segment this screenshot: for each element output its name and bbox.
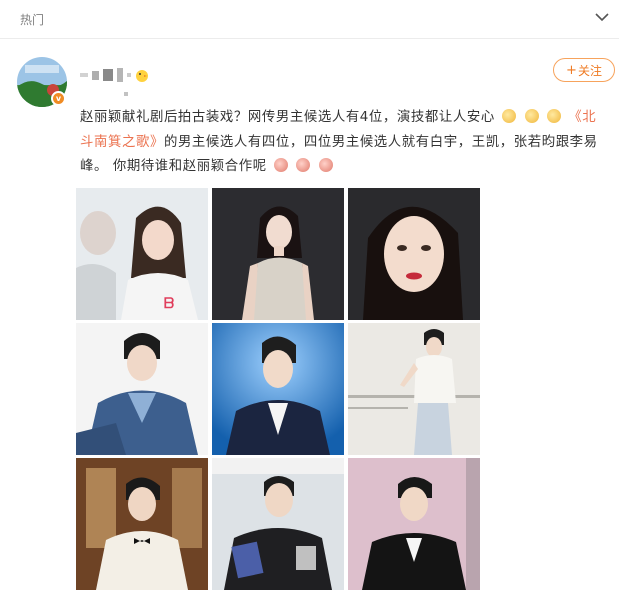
plus-icon: +	[566, 62, 577, 78]
doge-icon	[547, 109, 562, 123]
photo-grid: ᗷ	[76, 188, 480, 590]
feed-title: 热门	[20, 13, 45, 27]
photo-9[interactable]	[348, 458, 480, 590]
photo-6[interactable]	[348, 323, 480, 455]
follow-label: 关注	[577, 63, 602, 78]
post-text-part1: 赵丽颖献礼剧后拍古装戏？网传男主候选人有4位，演技都让人安心	[80, 110, 495, 125]
redaction-block	[80, 73, 88, 77]
post-text: 赵丽颖献礼剧后拍古装戏？网传男主候选人有4位，演技都让人安心 《北斗南箕之歌》的…	[80, 106, 608, 180]
redaction-block	[92, 70, 99, 80]
avatar[interactable]: v	[17, 57, 67, 107]
verified-badge-icon: v	[51, 91, 66, 106]
feed-header: 热门	[0, 0, 619, 39]
redaction-block	[124, 92, 128, 96]
chick-emoji-icon	[136, 70, 148, 82]
photo-5[interactable]	[212, 323, 344, 455]
doge-icon	[501, 109, 516, 123]
redaction-block	[127, 73, 131, 77]
redaction-block	[117, 68, 123, 82]
redaction-block	[103, 69, 113, 81]
doge-icon	[524, 109, 539, 123]
photo-2[interactable]	[212, 188, 344, 320]
photo-1[interactable]: ᗷ	[76, 188, 208, 320]
pig-icon	[273, 158, 288, 172]
author-name[interactable]	[80, 64, 149, 86]
pig-icon	[296, 158, 311, 172]
photo-4[interactable]	[76, 323, 208, 455]
chevron-down-icon[interactable]	[593, 8, 611, 26]
photo-3[interactable]	[348, 188, 480, 320]
svg-text:ᗷ: ᗷ	[164, 296, 174, 312]
photo-8[interactable]	[212, 458, 344, 590]
follow-button[interactable]: + 关注	[553, 58, 615, 82]
pig-icon	[319, 158, 334, 172]
photo-7[interactable]	[76, 458, 208, 590]
